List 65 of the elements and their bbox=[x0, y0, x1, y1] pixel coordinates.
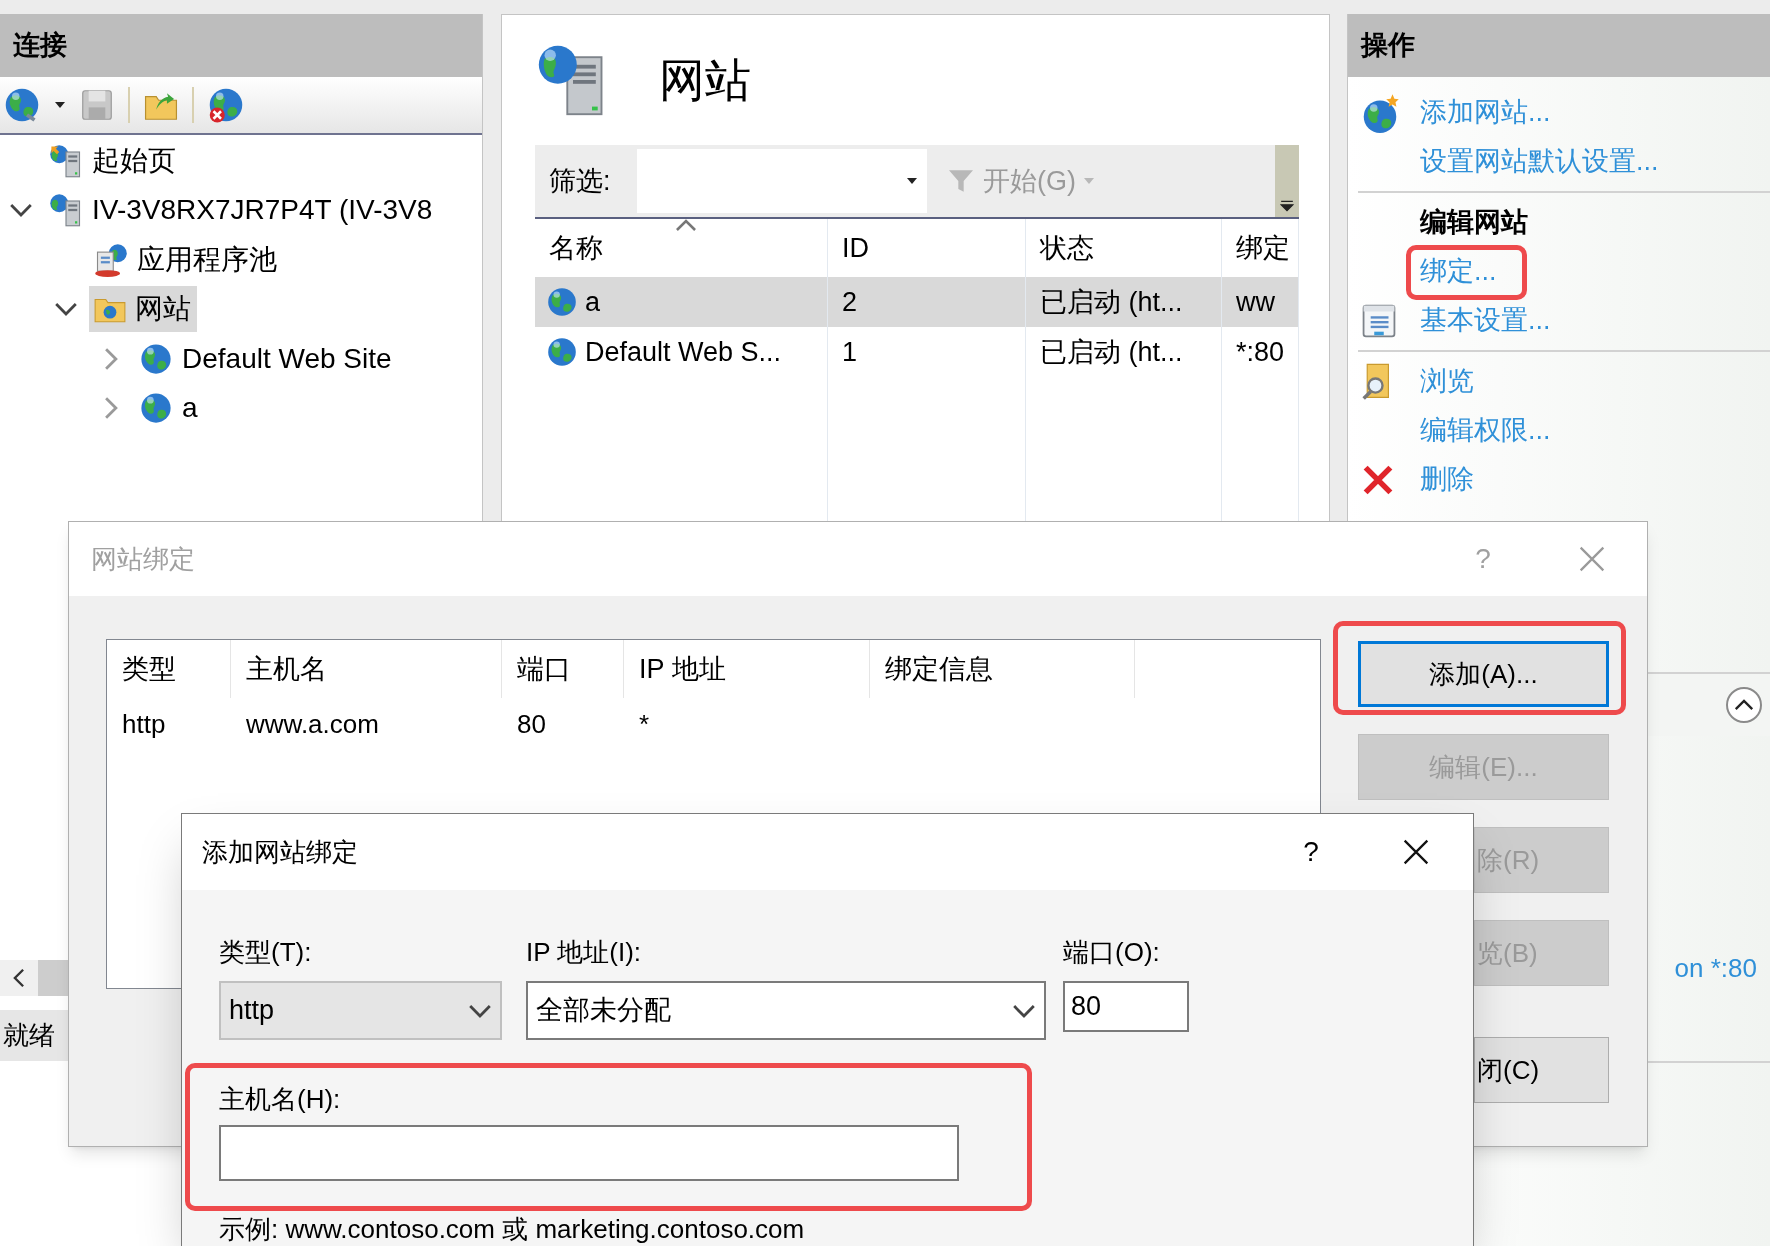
globe-icon bbox=[545, 285, 579, 319]
filter-label: 筛选: bbox=[549, 164, 611, 198]
panel-title: 连接 bbox=[13, 29, 67, 63]
panel-title: 操作 bbox=[1361, 29, 1415, 63]
page-title: 网站 bbox=[659, 52, 751, 108]
table-cell-text: ww bbox=[1236, 285, 1275, 319]
chevron-down-icon bbox=[468, 1003, 492, 1018]
table-cell-text: Default Web S... bbox=[585, 335, 782, 369]
overflow-button[interactable] bbox=[1275, 145, 1299, 217]
tree-item[interactable]: Default Web Site bbox=[134, 335, 398, 382]
table-cell-text: 80 bbox=[516, 707, 547, 741]
input-field[interactable]: 80 bbox=[1063, 981, 1189, 1032]
scrollbar-thumb[interactable] bbox=[38, 960, 68, 996]
column-header[interactable]: 主机名 bbox=[231, 640, 502, 698]
column-header[interactable]: 端口 bbox=[502, 640, 624, 698]
column-header[interactable]: IP 地址 bbox=[624, 640, 870, 698]
example-text: 示例: www.contoso.com 或 marketing.contoso.com bbox=[219, 1213, 806, 1246]
overflow-icon bbox=[1280, 199, 1294, 213]
column-header[interactable]: 类型 bbox=[107, 640, 231, 698]
filter-field[interactable] bbox=[637, 149, 927, 213]
table-cell-text: http bbox=[121, 707, 167, 741]
app-pool-icon bbox=[93, 241, 129, 278]
detail-text: on *:80 bbox=[1674, 951, 1757, 985]
chevron-right-icon[interactable] bbox=[104, 346, 118, 371]
tree-item[interactable]: 网站 bbox=[89, 286, 197, 333]
table-cell-text: 2 bbox=[842, 285, 858, 319]
chevron-down-icon[interactable] bbox=[54, 302, 78, 317]
table-cell-text: a bbox=[585, 285, 601, 319]
chevron-left-icon bbox=[13, 968, 25, 988]
dropdown[interactable]: http bbox=[219, 981, 502, 1040]
section-heading: 编辑网站 bbox=[1420, 206, 1528, 240]
dropdown[interactable]: 全部未分配 bbox=[526, 981, 1046, 1040]
table-row[interactable]: a 2 已启动 (ht... ww bbox=[535, 277, 1299, 327]
tree-item[interactable]: a bbox=[134, 385, 204, 432]
chevron-down-icon bbox=[1012, 1003, 1036, 1018]
tree-item[interactable]: 应用程序池 bbox=[89, 236, 283, 283]
table-cell-text: 已启动 (ht... bbox=[1040, 335, 1183, 369]
chevron-up-icon bbox=[1734, 699, 1754, 711]
field-label: IP 地址(I): bbox=[526, 936, 643, 965]
field-label: 端口(O): bbox=[1063, 936, 1161, 965]
table-cell-text: * bbox=[638, 707, 651, 741]
field-label: 类型(T): bbox=[219, 936, 313, 965]
table-cell-text: 1 bbox=[842, 335, 858, 369]
table-cell-text: *:80 bbox=[1236, 335, 1285, 369]
chevron-right-icon[interactable] bbox=[104, 396, 118, 421]
column-header[interactable]: 绑定信息 bbox=[870, 640, 1135, 698]
window-title: 网站绑定 bbox=[91, 542, 195, 576]
status-text: 就绪 bbox=[2, 1019, 55, 1052]
tree-item[interactable]: 起始页 bbox=[44, 137, 182, 184]
window-title: 添加网站绑定 bbox=[202, 835, 358, 869]
help-button[interactable]: ? bbox=[1291, 831, 1331, 873]
input-field[interactable] bbox=[219, 1125, 959, 1181]
chevron-down-icon[interactable] bbox=[9, 203, 33, 218]
table-cell-text: www.a.com bbox=[245, 707, 380, 741]
caret-icon[interactable] bbox=[54, 100, 66, 110]
caret-icon bbox=[905, 176, 919, 186]
caret-icon bbox=[1082, 176, 1096, 186]
tree-item[interactable]: IV-3V8RX7JR7P4T (IV-3V8 bbox=[44, 187, 439, 234]
dialog-button[interactable]: 闭(C) bbox=[1474, 1037, 1609, 1103]
field-label: 主机名(H): bbox=[219, 1083, 342, 1112]
globe-icon bbox=[545, 335, 579, 369]
table-cell-text: 已启动 (ht... bbox=[1040, 285, 1183, 319]
scroll-left-button[interactable] bbox=[0, 960, 38, 996]
collapse-button[interactable] bbox=[1726, 687, 1762, 723]
dialog-button[interactable]: 添加(A)... bbox=[1358, 641, 1609, 707]
